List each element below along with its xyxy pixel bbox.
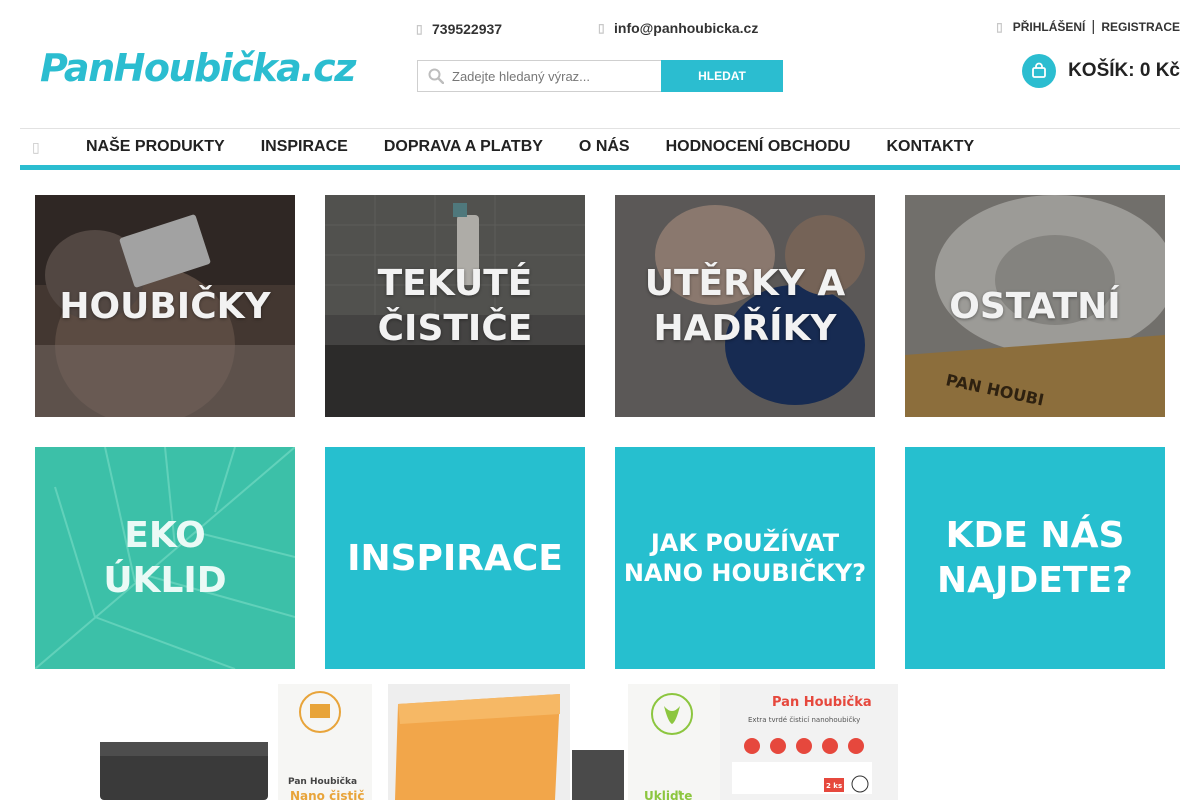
email-address[interactable]: info@panhoubicka.cz (614, 20, 758, 36)
cart-label-text: KOŠÍK: (1068, 60, 1135, 81)
account-links: ▯ PŘIHLÁŠENÍ | REGISTRACE (996, 18, 1180, 35)
category-tile-sponges[interactable]: HOUBIČKY (35, 195, 295, 417)
pack-count: 2 ks (826, 782, 842, 790)
tile-label: JAK POUŽÍVAT NANO HOUBIČKY? (623, 529, 867, 587)
category-tile-other[interactable]: PAN HOUBI OSTATNÍ (905, 195, 1165, 417)
envelope-icon: ▯ (598, 21, 605, 35)
search-form: HLEDAT (417, 60, 783, 92)
account-separator: | (1091, 18, 1096, 35)
contact-phone[interactable]: ▯ 739522937 (416, 21, 502, 37)
search-input[interactable] (452, 68, 642, 84)
category-tile-liquid-cleaners[interactable]: TEKUTÉ ČISTIČE (325, 195, 585, 417)
tile-label: INSPIRACE (347, 537, 563, 579)
category-tile-eco-cleaning[interactable]: EKO ÚKLID (35, 447, 295, 669)
home-icon[interactable]: ▯ (20, 139, 68, 156)
register-link[interactable]: REGISTRACE (1101, 20, 1180, 34)
category-tile-how-to-use[interactable]: JAK POUŽÍVAT NANO HOUBIČKY? (615, 447, 875, 669)
category-tile-inspiration[interactable]: INSPIRACE (325, 447, 585, 669)
bottle1-brand: Pan Houbička (288, 776, 357, 787)
nav-item-contacts[interactable]: KONTAKTY (886, 138, 974, 156)
search-box[interactable] (417, 60, 661, 92)
login-link[interactable]: PŘIHLÁŠENÍ (1013, 20, 1086, 34)
header: PanHoubička.cz ▯ 739522937 ▯ info@panhou… (0, 0, 1200, 128)
search-icon (428, 68, 444, 84)
pack-brand: Pan Houbička (772, 695, 872, 710)
main-navigation: ▯ NAŠE PRODUKTY INSPIRACE DOPRAVA A PLAT… (20, 128, 1180, 170)
nav-item-reviews[interactable]: HODNOCENÍ OBCHODU (666, 138, 851, 156)
site-logo[interactable]: PanHoubička.cz (40, 46, 356, 90)
bottle1-text: Nano čistič (290, 789, 364, 800)
nav-item-products[interactable]: NAŠE PRODUKTY (86, 138, 225, 156)
category-tile-cloths[interactable]: UTĚRKY A HADŘÍKY (615, 195, 875, 417)
cart[interactable]: KOŠÍK: 0 Kč (1022, 54, 1180, 88)
tile-label: KDE NÁS NAJDETE? (937, 515, 1133, 601)
cart-icon[interactable] (1022, 54, 1057, 88)
category-tile-where-to-find-us[interactable]: KDE NÁS NAJDETE? (905, 447, 1165, 669)
pack-subtitle: Extra tvrdé čisticí nanohoubičky (748, 716, 860, 724)
phone-icon: ▯ (416, 22, 423, 36)
nav-item-shipping[interactable]: DOPRAVA A PLATBY (384, 138, 543, 156)
bottle2-text: Ukliďte (644, 789, 692, 800)
phone-number[interactable]: 739522937 (432, 21, 502, 37)
contact-email[interactable]: ▯ info@panhoubicka.cz (598, 20, 758, 36)
products-banner: Pan Houbička Nano čistič Ukliďte Pan Hou… (0, 684, 1200, 800)
tile-label: UTĚRKY A HADŘÍKY (644, 263, 846, 349)
user-icon: ▯ (996, 19, 1003, 34)
products-image: Pan Houbička Nano čistič Ukliďte Pan Hou… (100, 684, 898, 800)
nav-item-about[interactable]: O NÁS (579, 138, 630, 156)
tile-label: EKO ÚKLID (103, 515, 227, 601)
tile-label: HOUBIČKY (59, 285, 271, 327)
nav-item-inspiration[interactable]: INSPIRACE (261, 138, 348, 156)
tile-label: OSTATNÍ (949, 285, 1121, 327)
search-button[interactable]: HLEDAT (661, 60, 783, 92)
cart-total: 0 Kč (1139, 60, 1180, 81)
cart-label[interactable]: KOŠÍK: 0 Kč (1068, 60, 1180, 82)
tile-label: TEKUTÉ ČISTIČE (377, 263, 533, 349)
